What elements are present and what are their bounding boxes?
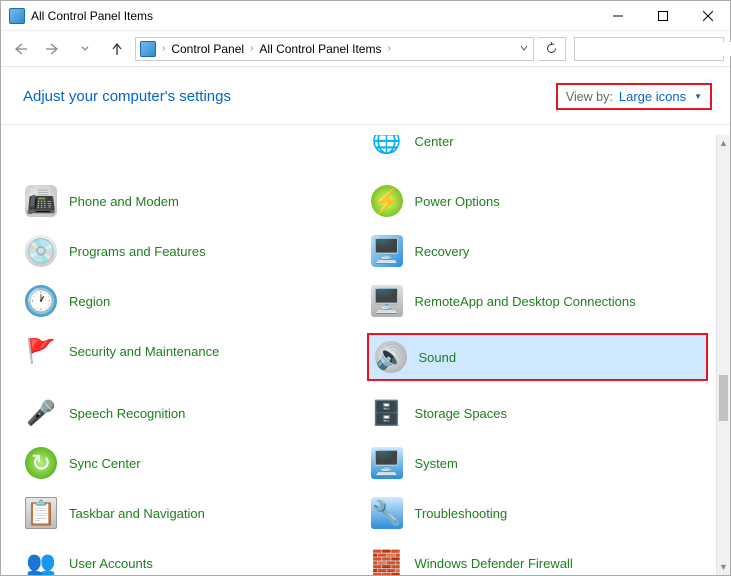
- power-icon: ⚡: [371, 185, 403, 217]
- item-phone-modem[interactable]: 📠 Phone and Modem: [21, 183, 363, 219]
- items-grid: 🌐 Center 📠 Phone and Modem ⚡ Power Optio…: [1, 135, 716, 575]
- region-icon: 🕐: [25, 285, 57, 317]
- item-label: Phone and Modem: [69, 194, 179, 209]
- troubleshooting-icon: 🔧: [371, 497, 403, 529]
- forward-button[interactable]: [39, 35, 67, 63]
- item-label: Security and Maintenance: [69, 344, 219, 359]
- item-label: Troubleshooting: [415, 506, 508, 521]
- chevron-right-icon[interactable]: ›: [160, 43, 167, 54]
- item-label: RemoteApp and Desktop Connections: [415, 294, 636, 309]
- item-center[interactable]: 🌐 Center: [367, 135, 709, 159]
- item-label: Programs and Features: [69, 244, 206, 259]
- navigation-toolbar: › Control Panel › All Control Panel Item…: [1, 31, 730, 67]
- view-by-label: View by:: [566, 90, 613, 104]
- item-label: Sound: [419, 350, 457, 365]
- item-label: Windows Defender Firewall: [415, 556, 573, 571]
- view-by-control[interactable]: View by: Large icons ▼: [556, 83, 712, 110]
- recovery-icon: 🖥️: [371, 235, 403, 267]
- breadcrumb-2[interactable]: All Control Panel Items: [259, 42, 381, 56]
- chevron-right-icon[interactable]: ›: [385, 43, 392, 54]
- item-troubleshooting[interactable]: 🔧 Troubleshooting: [367, 495, 709, 531]
- item-windows-defender-firewall[interactable]: 🧱 Windows Defender Firewall: [367, 545, 709, 575]
- scroll-thumb[interactable]: [719, 375, 728, 421]
- address-icon: [140, 41, 156, 57]
- item-remoteapp[interactable]: 🖥️ RemoteApp and Desktop Connections: [367, 283, 709, 319]
- item-label: User Accounts: [69, 556, 153, 571]
- page-title: Adjust your computer's settings: [23, 88, 231, 105]
- scroll-up-button[interactable]: ▲: [717, 135, 730, 151]
- view-by-value[interactable]: Large icons: [619, 89, 686, 104]
- item-label: Storage Spaces: [415, 406, 508, 421]
- vertical-scrollbar[interactable]: ▲ ▼: [716, 135, 730, 575]
- item-storage-spaces[interactable]: 🗄️ Storage Spaces: [367, 395, 709, 431]
- item-recovery[interactable]: 🖥️ Recovery: [367, 233, 709, 269]
- window-buttons: [595, 1, 730, 30]
- remoteapp-icon: 🖥️: [371, 285, 403, 317]
- minimize-button[interactable]: [595, 1, 640, 30]
- programs-icon: 💿: [25, 235, 57, 267]
- item-speech-recognition[interactable]: 🎤 Speech Recognition: [21, 395, 363, 431]
- refresh-button[interactable]: [538, 37, 566, 61]
- item-label: Recovery: [415, 244, 470, 259]
- item-taskbar-navigation[interactable]: 📋 Taskbar and Navigation: [21, 495, 363, 531]
- taskbar-icon: 📋: [25, 497, 57, 529]
- item-label: System: [415, 456, 458, 471]
- security-icon: 🚩: [25, 335, 57, 367]
- item-system[interactable]: 🖥️ System: [367, 445, 709, 481]
- control-panel-icon: [9, 8, 25, 24]
- up-button[interactable]: [103, 35, 131, 63]
- item-power-options[interactable]: ⚡ Power Options: [367, 183, 709, 219]
- sync-icon: ↻: [25, 447, 57, 479]
- item-label: Center: [415, 135, 454, 149]
- system-icon: 🖥️: [371, 447, 403, 479]
- recent-dropdown[interactable]: [71, 35, 99, 63]
- content-area: 🌐 Center 📠 Phone and Modem ⚡ Power Optio…: [1, 135, 716, 575]
- search-input[interactable]: [581, 42, 731, 56]
- chevron-down-icon[interactable]: ▼: [694, 92, 702, 101]
- search-box[interactable]: [574, 37, 724, 61]
- breadcrumb-1[interactable]: Control Panel: [171, 42, 244, 56]
- item-sync-center[interactable]: ↻ Sync Center: [21, 445, 363, 481]
- page-header: Adjust your computer's settings View by:…: [1, 67, 730, 125]
- close-button[interactable]: [685, 1, 730, 30]
- center-icon: 🌐: [371, 135, 403, 157]
- speech-icon: 🎤: [25, 397, 57, 429]
- storage-icon: 🗄️: [371, 397, 403, 429]
- address-bar[interactable]: › Control Panel › All Control Panel Item…: [135, 37, 534, 61]
- item-label: Speech Recognition: [69, 406, 185, 421]
- back-button[interactable]: [7, 35, 35, 63]
- item-user-accounts[interactable]: 👥 User Accounts: [21, 545, 363, 575]
- item-label: Taskbar and Navigation: [69, 506, 205, 521]
- firewall-icon: 🧱: [371, 547, 403, 575]
- item-security-maintenance[interactable]: 🚩 Security and Maintenance: [21, 333, 363, 369]
- item-label: Sync Center: [69, 456, 141, 471]
- window-title: All Control Panel Items: [31, 9, 153, 23]
- scroll-down-button[interactable]: ▼: [717, 559, 730, 575]
- users-icon: 👥: [25, 547, 57, 575]
- titlebar: All Control Panel Items: [1, 1, 730, 31]
- maximize-button[interactable]: [640, 1, 685, 30]
- item-label: Power Options: [415, 194, 500, 209]
- sound-icon: 🔊: [375, 341, 407, 373]
- address-dropdown[interactable]: [519, 42, 529, 56]
- item-label: Region: [69, 294, 110, 309]
- item-sound[interactable]: 🔊 Sound: [367, 333, 709, 381]
- item-programs-features[interactable]: 💿 Programs and Features: [21, 233, 363, 269]
- chevron-right-icon[interactable]: ›: [248, 43, 255, 54]
- item-region[interactable]: 🕐 Region: [21, 283, 363, 319]
- phone-icon: 📠: [25, 185, 57, 217]
